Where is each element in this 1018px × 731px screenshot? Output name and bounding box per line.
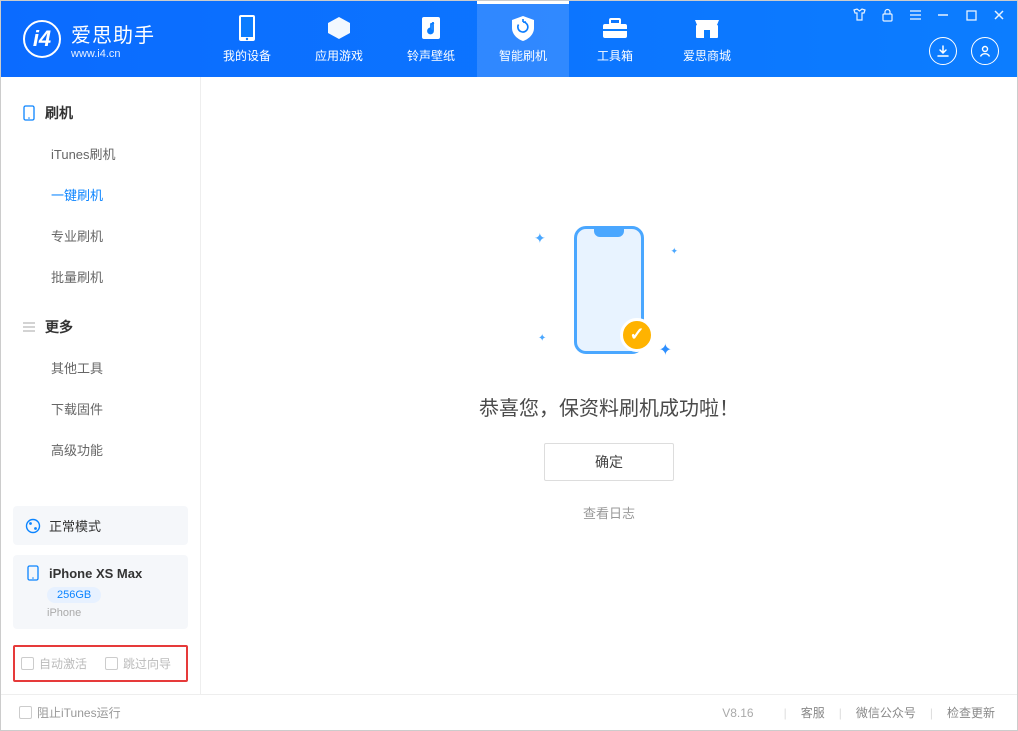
version-text: V8.16 bbox=[722, 706, 753, 720]
separator: | bbox=[930, 706, 933, 720]
app-subtitle: www.i4.cn bbox=[71, 48, 155, 60]
sidebar-section-more: 更多 bbox=[1, 307, 200, 347]
body: 刷机 iTunes刷机 一键刷机 专业刷机 批量刷机 更多 其他工具 下载固件 … bbox=[1, 77, 1017, 694]
phone-outline-icon bbox=[21, 105, 37, 121]
main-content: ✦ ✦ ✦ ✦ ✓ 恭喜您，保资料刷机成功啦！ 确定 查看日志 bbox=[201, 77, 1017, 694]
check-badge-icon: ✓ bbox=[620, 318, 654, 352]
menu-icon[interactable] bbox=[907, 7, 923, 23]
window-controls bbox=[851, 7, 1007, 23]
checkbox-icon bbox=[105, 657, 118, 670]
minimize-button[interactable] bbox=[935, 7, 951, 23]
phone-notch bbox=[594, 229, 624, 237]
phone-icon bbox=[233, 14, 261, 42]
sidebar-item-itunes-flash[interactable]: iTunes刷机 bbox=[1, 133, 200, 174]
highlighted-checkbox-row: 自动激活 跳过向导 bbox=[13, 645, 188, 682]
checkbox-label: 自动激活 bbox=[39, 655, 87, 672]
app-title: 爱思助手 bbox=[71, 19, 155, 48]
tab-store[interactable]: 爱思商城 bbox=[661, 1, 753, 77]
separator: | bbox=[784, 706, 787, 720]
checkbox-icon bbox=[21, 657, 34, 670]
sidebar-item-oneclick-flash[interactable]: 一键刷机 bbox=[1, 174, 200, 215]
tab-label: 我的设备 bbox=[223, 47, 271, 64]
music-file-icon bbox=[417, 14, 445, 42]
list-icon bbox=[21, 319, 37, 335]
tab-smart-flash[interactable]: 智能刷机 bbox=[477, 1, 569, 77]
checkbox-label: 跳过向导 bbox=[123, 655, 171, 672]
footer-link-check-update[interactable]: 检查更新 bbox=[943, 704, 999, 721]
tshirt-icon[interactable] bbox=[851, 7, 867, 23]
tab-toolbox[interactable]: 工具箱 bbox=[569, 1, 661, 77]
sidebar-item-pro-flash[interactable]: 专业刷机 bbox=[1, 215, 200, 256]
checkbox-auto-activate[interactable]: 自动激活 bbox=[21, 655, 87, 672]
checkbox-icon bbox=[19, 706, 32, 719]
device-name-text: iPhone XS Max bbox=[49, 566, 142, 581]
device-type-text: iPhone bbox=[47, 607, 176, 619]
user-icon[interactable] bbox=[971, 37, 999, 65]
sparkle-icon: ✦ bbox=[534, 230, 546, 247]
sidebar-section-flash: 刷机 bbox=[1, 93, 200, 133]
device-box[interactable]: iPhone XS Max 256GB iPhone bbox=[13, 555, 188, 629]
tab-ringtones-wallpapers[interactable]: 铃声壁纸 bbox=[385, 1, 477, 77]
device-phone-icon bbox=[25, 565, 41, 581]
toolbox-icon bbox=[601, 14, 629, 42]
nav-tabs: 我的设备 应用游戏 铃声壁纸 智能刷机 工具箱 爱思商城 bbox=[201, 1, 753, 77]
footer-link-wechat[interactable]: 微信公众号 bbox=[852, 704, 920, 721]
sidebar: 刷机 iTunes刷机 一键刷机 专业刷机 批量刷机 更多 其他工具 下载固件 … bbox=[1, 77, 201, 694]
logo-area: i4 爱思助手 www.i4.cn bbox=[1, 19, 201, 60]
close-button[interactable] bbox=[991, 7, 1007, 23]
logo-text: 爱思助手 www.i4.cn bbox=[71, 19, 155, 60]
header: i4 爱思助手 www.i4.cn 我的设备 应用游戏 铃声壁纸 智能刷机 bbox=[1, 1, 1017, 77]
success-message: 恭喜您，保资料刷机成功啦！ bbox=[479, 392, 739, 421]
sidebar-item-download-firmware[interactable]: 下载固件 bbox=[1, 388, 200, 429]
mode-icon bbox=[25, 518, 41, 534]
checkbox-skip-guide[interactable]: 跳过向导 bbox=[105, 655, 171, 672]
tab-my-device[interactable]: 我的设备 bbox=[201, 1, 293, 77]
sparkle-icon: ✦ bbox=[670, 246, 678, 257]
shop-icon bbox=[693, 14, 721, 42]
footer: 阻止iTunes运行 V8.16 | 客服 | 微信公众号 | 检查更新 bbox=[1, 694, 1017, 730]
download-icon[interactable] bbox=[929, 37, 957, 65]
mode-box[interactable]: 正常模式 bbox=[13, 506, 188, 545]
lock-icon[interactable] bbox=[879, 7, 895, 23]
tab-label: 应用游戏 bbox=[315, 47, 363, 64]
sidebar-item-other-tools[interactable]: 其他工具 bbox=[1, 347, 200, 388]
sidebar-item-batch-flash[interactable]: 批量刷机 bbox=[1, 256, 200, 297]
app-window: i4 爱思助手 www.i4.cn 我的设备 应用游戏 铃声壁纸 智能刷机 bbox=[0, 0, 1018, 731]
mode-label: 正常模式 bbox=[49, 516, 101, 535]
header-right-icons bbox=[929, 37, 999, 65]
section-title-text: 更多 bbox=[45, 317, 73, 337]
sidebar-item-advanced[interactable]: 高级功能 bbox=[1, 429, 200, 470]
device-storage-badge: 256GB bbox=[47, 587, 101, 603]
checkbox-block-itunes[interactable]: 阻止iTunes运行 bbox=[19, 704, 121, 721]
footer-link-support[interactable]: 客服 bbox=[797, 704, 829, 721]
tab-label: 铃声壁纸 bbox=[407, 47, 455, 64]
view-log-link[interactable]: 查看日志 bbox=[583, 503, 635, 522]
sparkle-icon: ✦ bbox=[538, 333, 546, 344]
tab-label: 智能刷机 bbox=[499, 47, 547, 64]
tab-apps-games[interactable]: 应用游戏 bbox=[293, 1, 385, 77]
sparkle-icon: ✦ bbox=[659, 340, 672, 360]
device-name-row: iPhone XS Max bbox=[25, 565, 176, 581]
tab-label: 工具箱 bbox=[597, 47, 633, 64]
cube-icon bbox=[325, 14, 353, 42]
checkbox-label: 阻止iTunes运行 bbox=[37, 704, 121, 721]
ok-button[interactable]: 确定 bbox=[544, 443, 674, 481]
section-title-text: 刷机 bbox=[45, 103, 73, 123]
tab-label: 爱思商城 bbox=[683, 47, 731, 64]
separator: | bbox=[839, 706, 842, 720]
maximize-button[interactable] bbox=[963, 7, 979, 23]
logo-icon: i4 bbox=[23, 20, 61, 58]
shield-refresh-icon bbox=[509, 14, 537, 42]
success-illustration: ✦ ✦ ✦ ✦ ✓ bbox=[534, 210, 684, 370]
